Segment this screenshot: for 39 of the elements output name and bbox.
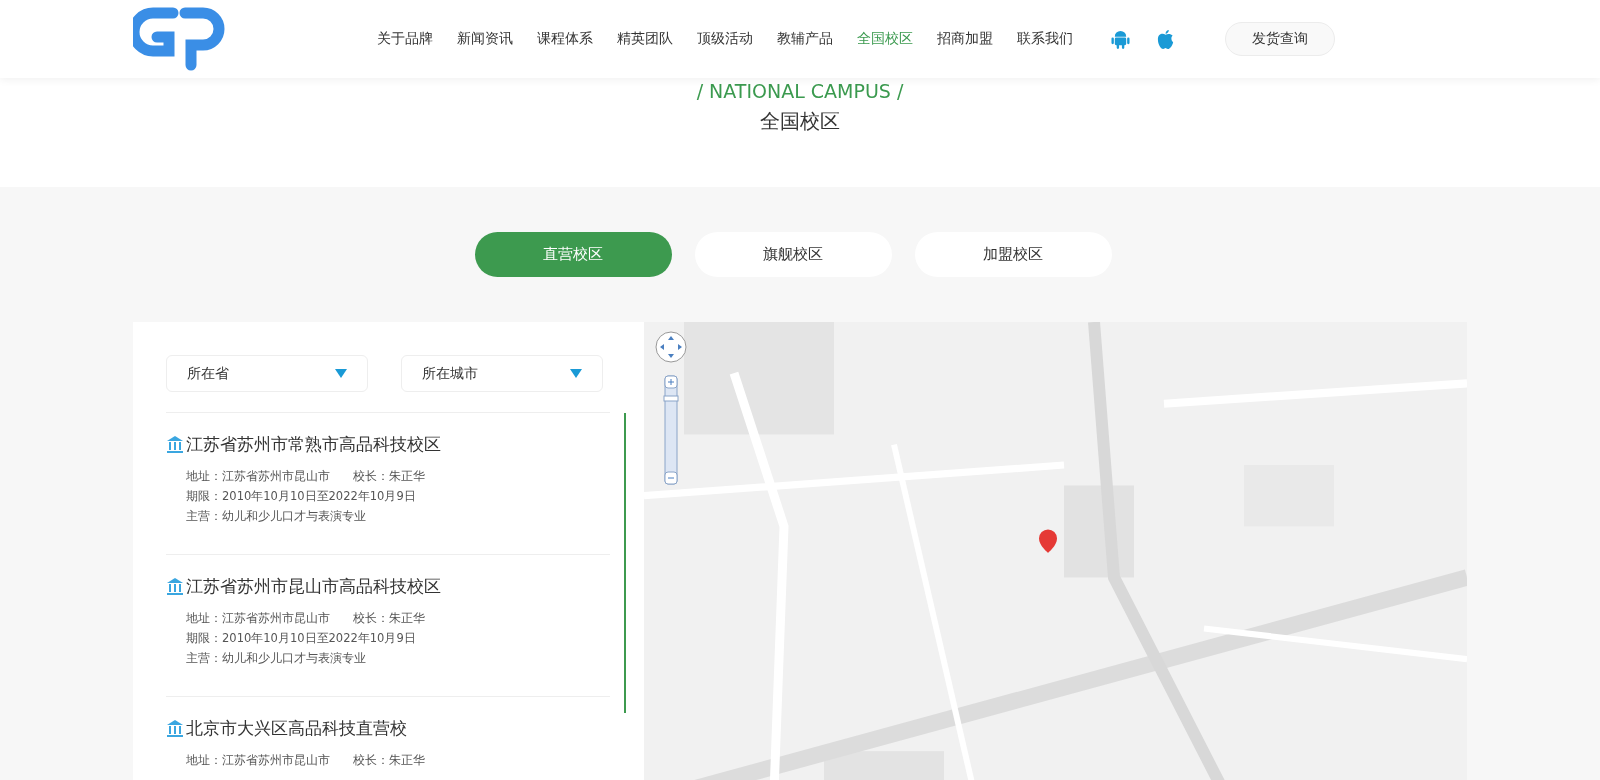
dropdown-caret-icon [570, 369, 582, 378]
campus-tab[interactable]: 旗舰校区 [694, 232, 892, 277]
campus-period: 期限：2010年10月10日至2022年10月9日 [186, 488, 417, 505]
section-subtitle: / NATIONAL CAMPUS / [695, 79, 905, 104]
dropdown-select[interactable]: 所在省 [166, 355, 368, 392]
campus-name[interactable]: 江苏省苏州市常熟市高品科技校区 [186, 433, 441, 456]
dropdown-select[interactable]: 所在城市 [401, 355, 603, 392]
nav-link[interactable]: 精英团队 [605, 30, 685, 48]
nav-link[interactable]: 顶级活动 [685, 30, 765, 48]
scrollbar[interactable] [624, 413, 626, 713]
nav-link[interactable]: 教辅产品 [765, 30, 845, 48]
logo-icon[interactable] [133, 7, 225, 71]
campus-business: 主营：幼儿和少儿口才与表演专业 [186, 508, 367, 525]
campus-principal: 校长：朱正华 [352, 469, 425, 483]
building-icon [166, 720, 184, 737]
campus-period: 期限：2010年10月10日至2022年10月9日 [186, 630, 417, 647]
apple-icon[interactable] [1156, 28, 1175, 50]
nav-link[interactable]: 课程体系 [525, 30, 605, 48]
campus-tab[interactable]: 加盟校区 [914, 232, 1112, 277]
nav-link[interactable]: 关于品牌 [365, 30, 445, 48]
campus-address: 地址：江苏省苏州市昆山市 [186, 610, 331, 627]
campus-address: 地址：江苏省苏州市昆山市 [186, 468, 331, 485]
campus-principal: 校长：朱正华 [352, 753, 425, 767]
building-icon [166, 436, 184, 453]
section-title: 全国校区 [759, 108, 841, 135]
campus-name[interactable]: 北京市大兴区高品科技直营校 [186, 717, 407, 740]
campus-business: 主营：幼儿和少儿口才与表演专业 [186, 650, 367, 667]
shipment-query-button[interactable]: 发货查询 [1225, 22, 1335, 56]
nav-link[interactable]: 新闻资讯 [445, 30, 525, 48]
campus-tab[interactable]: 直营校区 [474, 232, 672, 277]
dropdown-caret-icon [335, 369, 347, 378]
building-icon [166, 578, 184, 595]
android-icon[interactable] [1111, 28, 1130, 50]
nav-link[interactable]: 招商加盟 [925, 30, 1005, 48]
nav-link[interactable]: 全国校区 [845, 30, 925, 48]
nav-link[interactable]: 联系我们 [1005, 30, 1085, 48]
campus-name[interactable]: 江苏省苏州市昆山市高品科技校区 [186, 575, 441, 598]
campus-principal: 校长：朱正华 [352, 611, 425, 625]
campus-address: 地址：江苏省苏州市昆山市 [186, 752, 331, 769]
